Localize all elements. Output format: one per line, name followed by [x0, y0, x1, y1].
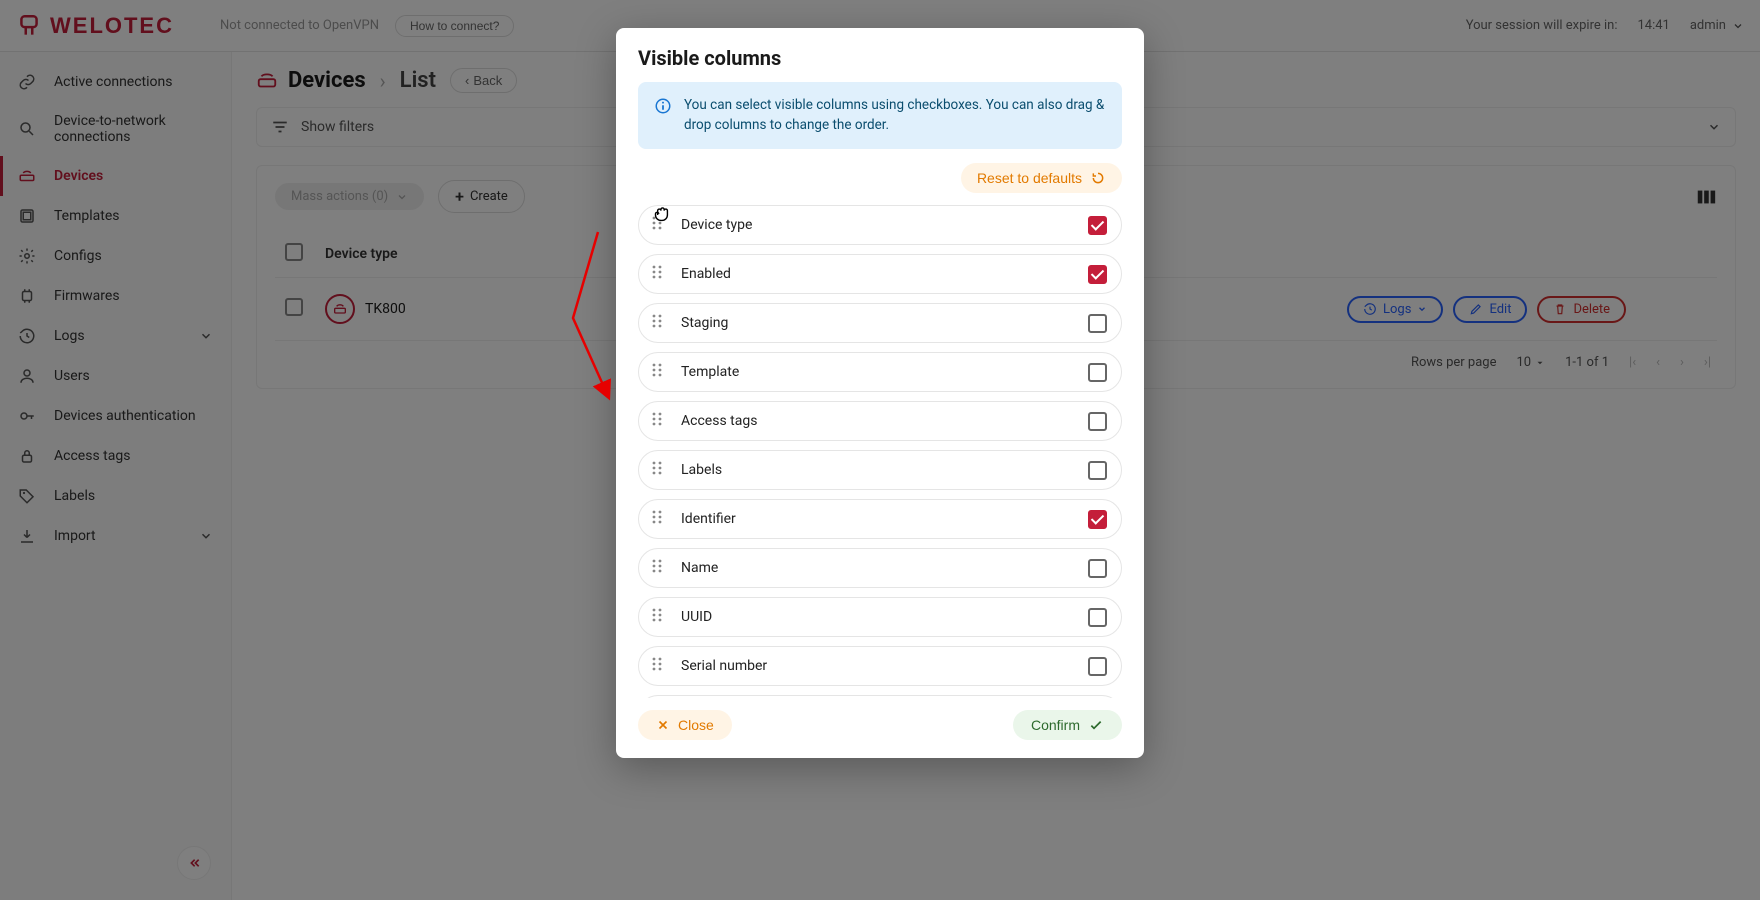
- column-item[interactable]: Access tags: [638, 401, 1122, 441]
- close-icon: [656, 718, 670, 732]
- modal-info-box: You can select visible columns using che…: [638, 82, 1122, 149]
- close-button[interactable]: Close: [638, 710, 732, 740]
- column-item[interactable]: Template: [638, 352, 1122, 392]
- column-label: Name: [681, 560, 1070, 576]
- column-label: Access tags: [681, 413, 1070, 429]
- drag-handle-icon[interactable]: [651, 607, 663, 627]
- drag-handle-icon[interactable]: [651, 460, 663, 480]
- reset-icon: [1090, 170, 1106, 186]
- column-checkbox[interactable]: [1088, 265, 1107, 284]
- column-item[interactable]: Enabled: [638, 254, 1122, 294]
- drag-handle-icon[interactable]: [651, 264, 663, 284]
- column-checkbox[interactable]: [1088, 412, 1107, 431]
- modal-title: Visible columns: [616, 28, 1144, 82]
- drag-handle-icon[interactable]: [651, 509, 663, 529]
- column-label: Labels: [681, 462, 1070, 478]
- column-label: Enabled: [681, 266, 1070, 282]
- visible-columns-modal: Visible columns You can select visible c…: [616, 28, 1144, 758]
- column-label: Staging: [681, 315, 1070, 331]
- drag-handle-icon[interactable]: [651, 313, 663, 333]
- confirm-button[interactable]: Confirm: [1013, 710, 1122, 740]
- column-item[interactable]: UUID: [638, 597, 1122, 637]
- drag-handle-icon[interactable]: [651, 362, 663, 382]
- column-label: UUID: [681, 609, 1070, 625]
- column-label: Template: [681, 364, 1070, 380]
- reset-defaults-button[interactable]: Reset to defaults: [961, 163, 1122, 193]
- column-item[interactable]: Registration ID: [638, 695, 1122, 698]
- drag-handle-icon[interactable]: [651, 215, 663, 235]
- column-label: Device type: [681, 217, 1070, 233]
- column-item[interactable]: Staging: [638, 303, 1122, 343]
- check-icon: [1088, 717, 1104, 733]
- column-checkbox[interactable]: [1088, 608, 1107, 627]
- column-checkbox[interactable]: [1088, 314, 1107, 333]
- column-item[interactable]: Identifier: [638, 499, 1122, 539]
- column-item[interactable]: Name: [638, 548, 1122, 588]
- column-label: Serial number: [681, 658, 1070, 674]
- column-checkbox[interactable]: [1088, 559, 1107, 578]
- column-item[interactable]: Labels: [638, 450, 1122, 490]
- drag-handle-icon[interactable]: [651, 411, 663, 431]
- drag-handle-icon[interactable]: [651, 656, 663, 676]
- column-label: Identifier: [681, 511, 1070, 527]
- column-item[interactable]: Device type: [638, 205, 1122, 245]
- modal-info-text: You can select visible columns using che…: [684, 96, 1106, 135]
- column-item[interactable]: Serial number: [638, 646, 1122, 686]
- drag-handle-icon[interactable]: [651, 558, 663, 578]
- column-checkbox[interactable]: [1088, 461, 1107, 480]
- info-icon: [654, 97, 672, 135]
- column-checkbox[interactable]: [1088, 657, 1107, 676]
- column-checkbox[interactable]: [1088, 510, 1107, 529]
- column-checkbox[interactable]: [1088, 216, 1107, 235]
- column-checkbox[interactable]: [1088, 363, 1107, 382]
